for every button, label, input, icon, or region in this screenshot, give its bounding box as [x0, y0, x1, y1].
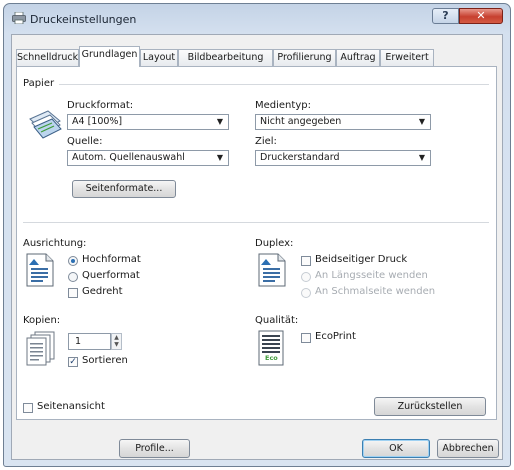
grundlagen-panel: Papier Druckformat: A4 [100%] ▼ Quelle: … [16, 66, 497, 420]
tab-schnelldruck[interactable]: Schnelldruck [16, 49, 79, 66]
media-type-value: Nicht angegeben [260, 116, 342, 127]
two-sided-checkbox[interactable] [301, 256, 311, 266]
page-view-checkbox[interactable] [23, 403, 33, 413]
cancel-button[interactable]: Abbrechen [437, 439, 499, 458]
source-select[interactable]: Autom. Quellenauswahl ▼ [67, 150, 229, 166]
page-formats-button[interactable]: Seitenformate... [72, 180, 176, 198]
copies-spinner[interactable]: ▲ ▼ [111, 333, 122, 350]
section-divider [23, 222, 489, 223]
source-value: Autom. Quellenauswahl [72, 152, 185, 163]
long-edge-label: An Längsseite wenden [315, 270, 428, 281]
tab-grundlagen[interactable]: Grundlagen [79, 46, 140, 67]
orientation-label: Ausrichtung: [23, 238, 87, 249]
help-button[interactable]: ? [432, 8, 459, 24]
duplex-label: Duplex: [255, 238, 294, 249]
copies-input[interactable]: 1 [68, 333, 111, 350]
ok-button[interactable]: OK [362, 439, 430, 458]
dialog-window: Druckeinstellungen ? ✕ Schnelldruck Grun… [3, 3, 511, 467]
printer-icon [12, 12, 26, 24]
format-label: Druckformat: [67, 100, 134, 111]
chevron-down-icon: ▼ [216, 117, 223, 126]
tab-profilierung[interactable]: Profilierung [273, 49, 336, 66]
quality-label: Qualität: [255, 315, 299, 326]
landscape-radio[interactable] [68, 272, 78, 282]
copies-label: Kopien: [23, 315, 61, 326]
paper-section-label: Papier [23, 78, 55, 89]
format-value: A4 [100%] [72, 116, 123, 127]
collate-checkbox[interactable]: ✓ [68, 357, 78, 367]
copies-stack-icon [26, 331, 56, 367]
portrait-radio[interactable] [68, 256, 78, 266]
format-select[interactable]: A4 [100%] ▼ [67, 114, 229, 130]
target-label: Ziel: [255, 136, 277, 147]
chevron-down-icon: ▼ [418, 153, 425, 162]
ecoprint-checkbox[interactable] [301, 333, 311, 343]
chevron-down-icon: ▼ [216, 153, 223, 162]
eco-icon-text: Eco [265, 354, 278, 362]
reset-button[interactable]: Zurückstellen [374, 397, 486, 416]
profile-button[interactable]: Profile... [119, 439, 190, 458]
paper-icon [26, 105, 64, 143]
media-type-select[interactable]: Nicht angegeben ▼ [255, 114, 431, 130]
tab-auftrag[interactable]: Auftrag [336, 49, 380, 66]
long-edge-radio[interactable] [301, 272, 311, 282]
rotated-label: Gedreht [82, 286, 123, 297]
ecoprint-label: EcoPrint [315, 331, 356, 342]
rotated-checkbox[interactable] [68, 288, 78, 298]
close-button[interactable]: ✕ [459, 8, 503, 24]
media-type-label: Medientyp: [255, 100, 311, 111]
target-value: Druckerstandard [260, 152, 340, 163]
short-edge-radio[interactable] [301, 288, 311, 298]
duplex-page-icon [258, 253, 286, 287]
two-sided-label: Beidseitiger Druck [315, 254, 408, 265]
portrait-page-icon [26, 253, 54, 287]
portrait-label: Hochformat [82, 254, 141, 265]
tab-layout[interactable]: Layout [140, 49, 178, 66]
tab-bildbearbeitung[interactable]: Bildbearbeitung [178, 49, 273, 66]
landscape-label: Querformat [82, 270, 140, 281]
page-view-label: Seitenansicht [37, 401, 105, 412]
target-select[interactable]: Druckerstandard ▼ [255, 150, 431, 166]
short-edge-label: An Schmalseite wenden [315, 286, 436, 297]
collate-label: Sortieren [82, 355, 128, 366]
paper-divider [59, 84, 489, 85]
tab-erweitert[interactable]: Erweitert [380, 49, 434, 66]
chevron-down-icon: ▼ [418, 117, 425, 126]
window-title: Druckeinstellungen [30, 13, 137, 26]
source-label: Quelle: [67, 136, 103, 147]
dialog-body: Schnelldruck Grundlagen Layout Bildbearb… [11, 34, 503, 460]
title-bar[interactable]: Druckeinstellungen ? ✕ [4, 4, 510, 34]
